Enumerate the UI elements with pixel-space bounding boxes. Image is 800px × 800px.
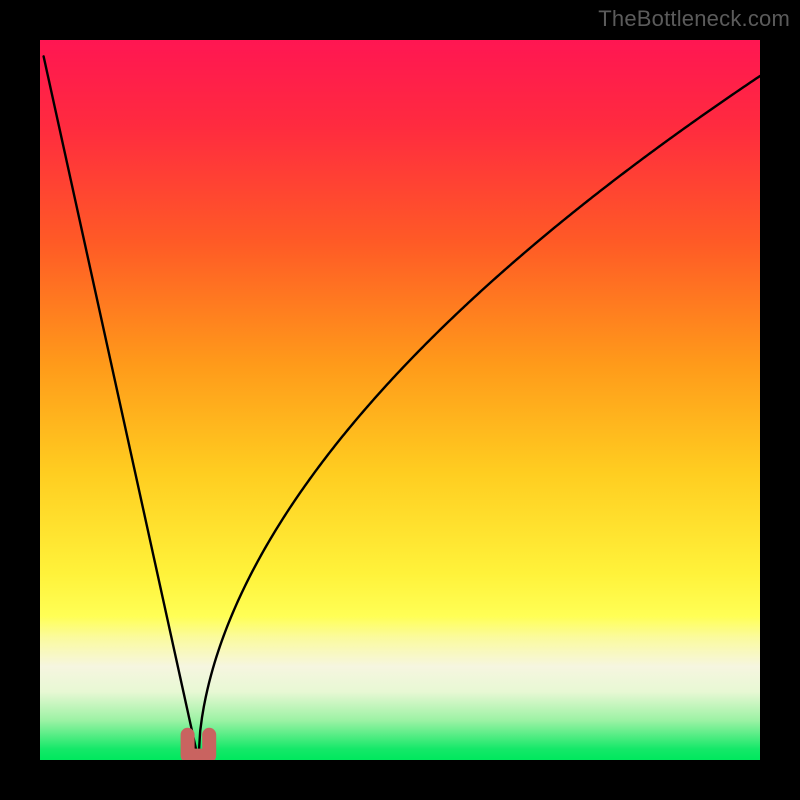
plot-area [40, 40, 760, 760]
curve-layer [40, 40, 760, 760]
curve-right-branch [198, 76, 760, 760]
watermark-text: TheBottleneck.com [598, 6, 790, 32]
chart-frame: TheBottleneck.com [0, 0, 800, 800]
curve-left-branch [44, 56, 199, 760]
